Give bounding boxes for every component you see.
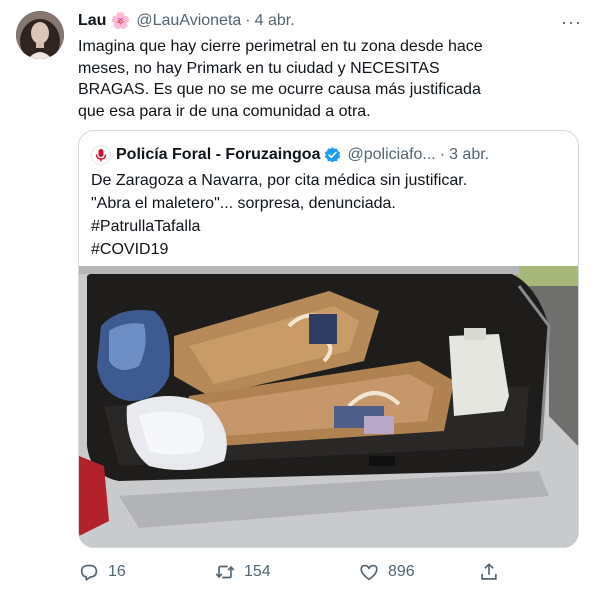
tweet-actions: 16 154 896	[70, 557, 510, 587]
quoted-author-name[interactable]: Policía Foral - Foruzaingoa	[116, 146, 320, 164]
car-trunk-photo[interactable]	[79, 266, 578, 547]
tweet-text: Imagina que hay cierre perimetral en tu …	[78, 38, 483, 120]
more-options-icon[interactable]: ···	[561, 12, 582, 33]
quoted-tweet-date[interactable]: 3 abr.	[449, 146, 489, 164]
reply-icon	[80, 564, 98, 581]
avatar[interactable]	[16, 11, 64, 59]
reply-button[interactable]: 16	[70, 561, 180, 583]
retweet-button[interactable]: 154	[206, 561, 316, 583]
like-count: 896	[388, 563, 415, 580]
quoted-tweet-header: Policía Foral - Foruzaingoa @policiafo..…	[91, 144, 566, 166]
author-name[interactable]: Lau	[78, 12, 106, 30]
tweet-header: Lau 🌸 @LauAvioneta · 4 abr. ···	[78, 10, 582, 32]
retweet-icon	[215, 565, 235, 579]
like-button[interactable]: 896	[350, 561, 460, 583]
quoted-tweet[interactable]: Policía Foral - Foruzaingoa @policiafo..…	[78, 130, 579, 548]
reply-count: 16	[108, 563, 126, 580]
verified-badge-icon	[325, 146, 341, 163]
retweet-count: 154	[244, 563, 271, 580]
share-icon	[481, 563, 497, 580]
separator-dot: ·	[245, 12, 251, 29]
quoted-author-handle[interactable]: @policiafo...	[347, 146, 435, 164]
tweet-date[interactable]: 4 abr.	[255, 12, 295, 30]
author-handle[interactable]: @LauAvioneta	[136, 12, 241, 30]
heart-icon	[360, 564, 378, 581]
quoted-tweet-text: De Zaragoza a Navarra, por cita médica s…	[91, 172, 468, 258]
separator-dot: ·	[439, 146, 446, 163]
tweet: Lau 🌸 @LauAvioneta · 4 abr. ··· Imagina …	[0, 0, 598, 604]
microphone-icon	[95, 149, 107, 162]
share-button[interactable]	[470, 561, 508, 583]
quoted-avatar[interactable]	[91, 145, 111, 165]
flower-emoji: 🌸	[110, 13, 131, 30]
